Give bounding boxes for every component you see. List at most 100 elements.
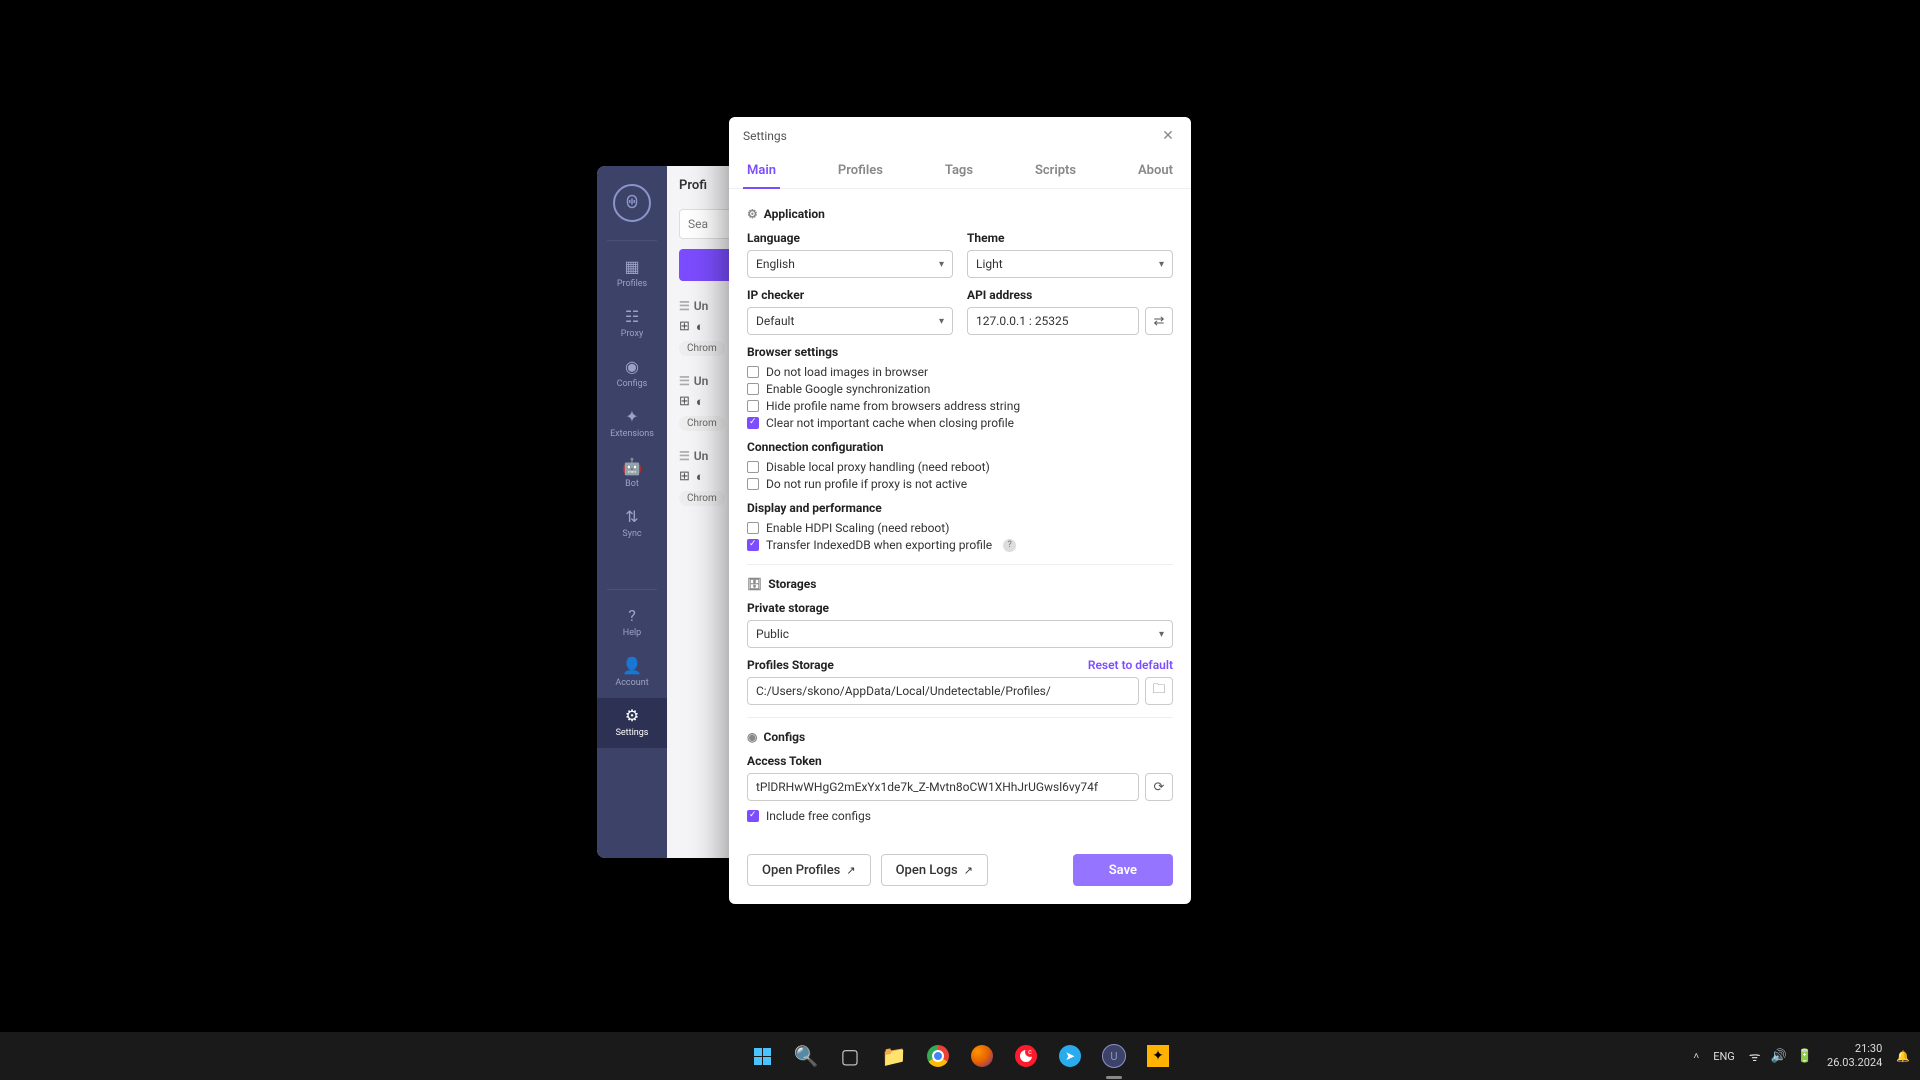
settings-icon: ⚙ [597, 706, 667, 725]
browser-chip: Chrom [679, 416, 725, 431]
ip-checker-label: IP checker [747, 288, 953, 302]
chrome-icon [927, 1045, 949, 1067]
close-button[interactable]: ✕ [1159, 127, 1177, 145]
network-icon[interactable]: ᯤ [1749, 1047, 1761, 1065]
sidebar-item-configs[interactable]: ◉Configs [597, 349, 667, 399]
external-link-icon: ↗ [846, 864, 855, 877]
access-token-input[interactable]: tPlDRHwWHgG2mExYx1de7k_Z-Mvtn8oCW1XHhJrU… [747, 773, 1139, 801]
checkbox-no-images[interactable]: Do not load images in browser [747, 365, 1173, 379]
file-explorer-button[interactable]: 📁 [875, 1037, 913, 1075]
browser-icon: ◐ [696, 319, 704, 335]
sidebar-item-account[interactable]: 👤Account [597, 648, 667, 698]
tab-tags[interactable]: Tags [941, 157, 977, 188]
opera-icon: c [1015, 1045, 1037, 1067]
tray-expand-button[interactable]: ˄ [1693, 1051, 1699, 1062]
battery-icon[interactable]: 🔋 [1797, 1049, 1813, 1064]
sidebar-item-extensions[interactable]: ✦Extensions [597, 399, 667, 449]
app-button[interactable]: ✦ [1139, 1037, 1177, 1075]
task-view-button[interactable]: ▢ [831, 1037, 869, 1075]
browser-icon: ◐ [696, 469, 704, 485]
taskbar-pinned: 🔍 ▢ 📁 c ➤ U ✦ [743, 1037, 1177, 1075]
save-button[interactable]: Save [1073, 854, 1173, 886]
checkbox-clear-cache[interactable]: Clear not important cache when closing p… [747, 416, 1173, 430]
storage-icon: 🗄 [747, 577, 762, 591]
theme-select[interactable]: Light ▾ [967, 250, 1173, 278]
volume-icon[interactable]: 🔊 [1771, 1049, 1787, 1064]
sidebar-item-sync[interactable]: ⇅Sync [597, 499, 667, 549]
checkbox-icon [747, 400, 759, 412]
checkbox-icon [747, 366, 759, 378]
theme-label: Theme [967, 231, 1173, 245]
modal-header: Settings ✕ [729, 117, 1191, 151]
sidebar-item-proxy[interactable]: ☷Proxy [597, 299, 667, 349]
sidebar-item-bot[interactable]: 🤖Bot [597, 449, 667, 499]
tab-scripts[interactable]: Scripts [1031, 157, 1080, 188]
chevron-down-icon: ▾ [1159, 629, 1164, 640]
browser-chip: Chrom [679, 341, 725, 356]
api-address-label: API address [967, 288, 1173, 302]
opera-button[interactable]: c [1007, 1037, 1045, 1075]
app-sidebar: ▦Profiles ☷Proxy ◉Configs ✦Extensions 🤖B… [597, 166, 667, 858]
checkbox-transfer-indexeddb[interactable]: Transfer IndexedDB when exporting profil… [747, 538, 1173, 552]
checkbox-hdpi[interactable]: Enable HDPI Scaling (need reboot) [747, 521, 1173, 535]
refresh-token-button[interactable]: ⟳ [1145, 773, 1173, 801]
open-profiles-button[interactable]: Open Profiles↗ [747, 854, 871, 886]
sidebar-item-help[interactable]: ?Help [597, 598, 667, 648]
firefox-button[interactable] [963, 1037, 1001, 1075]
profiles-icon: ▦ [597, 257, 667, 276]
checkbox-google-sync[interactable]: Enable Google synchronization [747, 382, 1173, 396]
checkbox-icon [747, 461, 759, 473]
open-logs-button[interactable]: Open Logs↗ [881, 854, 988, 886]
folder-icon: 🗀 [1152, 680, 1165, 702]
checkbox-include-free-configs[interactable]: Include free configs [747, 809, 1173, 823]
private-storage-select[interactable]: Public ▾ [747, 620, 1173, 648]
search-button[interactable]: 🔍 [787, 1037, 825, 1075]
checkbox-icon [747, 478, 759, 490]
chevron-down-icon: ▾ [939, 259, 944, 270]
windows-icon: ⊞ [679, 319, 690, 335]
bot-icon: 🤖 [597, 457, 667, 476]
connection-heading: Connection configuration [747, 440, 1173, 454]
settings-tabs: Main Profiles Tags Scripts About [729, 151, 1191, 189]
undetectable-button[interactable]: U [1095, 1037, 1133, 1075]
section-configs: ◉ Configs [747, 730, 1173, 744]
language-indicator[interactable]: ENG [1713, 1050, 1735, 1063]
section-application: ⚙ Application [747, 207, 1173, 221]
start-button[interactable] [743, 1037, 781, 1075]
gear-icon: ⚙ [747, 207, 758, 221]
chevron-down-icon: ▾ [1159, 259, 1164, 270]
browser-chip: Chrom [679, 491, 725, 506]
sidebar-item-profiles[interactable]: ▦Profiles [597, 249, 667, 299]
sync-icon: ⇅ [597, 507, 667, 526]
telegram-button[interactable]: ➤ [1051, 1037, 1089, 1075]
folder-icon: 📁 [882, 1044, 907, 1068]
profiles-storage-input[interactable]: C:/Users/skono/AppData/Local/Undetectabl… [747, 677, 1139, 705]
proxy-icon: ☷ [597, 307, 667, 326]
swap-button[interactable]: ⇄ [1145, 307, 1173, 335]
windows-icon [754, 1048, 771, 1065]
notifications-button[interactable]: 🔔 [1896, 1050, 1910, 1063]
sidebar-item-settings[interactable]: ⚙Settings [597, 698, 667, 748]
checkbox-disable-local-proxy[interactable]: Disable local proxy handling (need reboo… [747, 460, 1173, 474]
checkbox-no-run-without-proxy[interactable]: Do not run profile if proxy is not activ… [747, 477, 1173, 491]
browse-folder-button[interactable]: 🗀 [1145, 677, 1173, 705]
ip-checker-select[interactable]: Default ▾ [747, 307, 953, 335]
language-select[interactable]: English ▾ [747, 250, 953, 278]
info-icon[interactable]: ? [1003, 539, 1016, 552]
clock[interactable]: 21:30 26.03.2024 [1827, 1042, 1882, 1071]
chrome-button[interactable] [919, 1037, 957, 1075]
modal-title: Settings [743, 129, 787, 143]
windows-icon: ⊞ [679, 469, 690, 485]
tab-about[interactable]: About [1134, 157, 1177, 188]
reset-default-link[interactable]: Reset to default [1088, 658, 1173, 672]
language-label: Language [747, 231, 953, 245]
tab-profiles[interactable]: Profiles [834, 157, 887, 188]
configs-icon: ◉ [597, 357, 667, 376]
api-address-input[interactable]: 127.0.0.1 : 25325 [967, 307, 1139, 335]
tab-main[interactable]: Main [743, 157, 780, 188]
extensions-icon: ✦ [597, 407, 667, 426]
checkbox-hide-profile-name[interactable]: Hide profile name from browsers address … [747, 399, 1173, 413]
star-icon: ✦ [1147, 1045, 1169, 1067]
browser-settings-heading: Browser settings [747, 345, 1173, 359]
windows-icon: ⊞ [679, 394, 690, 410]
